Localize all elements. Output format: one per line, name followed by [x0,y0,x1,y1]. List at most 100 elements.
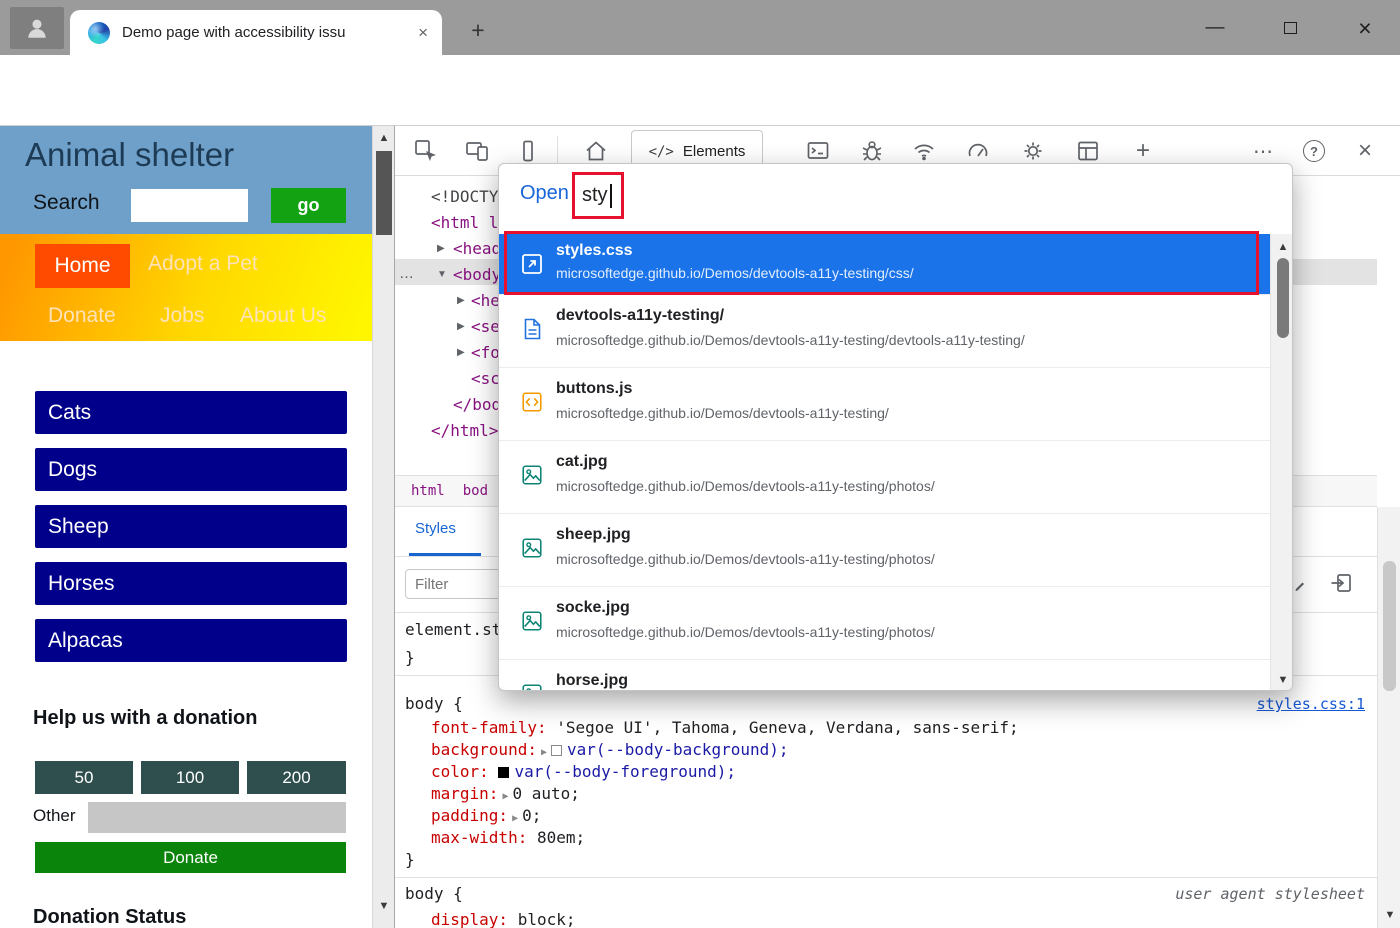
collapse-arrow-icon[interactable]: ▶ [457,314,465,340]
close-devtools-icon[interactable]: × [1352,138,1378,164]
tab-styles[interactable]: Styles [415,520,456,537]
console-icon[interactable] [805,138,831,164]
toolbar-divider [557,136,558,166]
gear-icon[interactable] [1020,138,1046,164]
dialog-scrollbar[interactable]: ▲ ▼ [1270,234,1293,691]
inspect-icon[interactable] [413,138,439,164]
collapse-arrow-icon[interactable]: ▶ [457,340,465,366]
sheep-button[interactable]: Sheep [35,505,347,548]
dom-node-html-close[interactable]: </html> [431,418,498,444]
focus-mode-icon[interactable] [515,138,541,164]
styles-scrollbar[interactable]: ▼ [1377,507,1400,928]
file-result-sheep-jpg[interactable]: sheep.jpg microsoftedge.github.io/Demos/… [499,513,1270,586]
scroll-down-icon[interactable]: ▼ [1378,905,1400,925]
css-property-max-width[interactable]: max-width: 80em; [431,827,585,849]
cats-button[interactable]: Cats [35,391,347,434]
scroll-down-icon[interactable]: ▼ [1271,670,1293,690]
amount-50-button[interactable]: 50 [35,761,133,794]
edge-logo-icon [88,22,110,44]
dogs-button[interactable]: Dogs [35,448,347,491]
scroll-up-icon[interactable]: ▲ [373,128,395,148]
page-scrollbar[interactable]: ▲ ▼ [372,125,394,928]
scroll-down-icon[interactable]: ▼ [373,896,395,916]
color-swatch[interactable] [498,767,509,778]
file-search-input[interactable]: sty [572,172,624,219]
dom-node-head[interactable]: <head [453,236,501,262]
breadcrumb-body[interactable]: bod [463,483,488,499]
css-selector-body[interactable]: body { [405,693,463,715]
tab-close-icon[interactable]: × [418,23,428,43]
debugger-bug-icon[interactable] [859,138,885,164]
node-menu-icon[interactable]: … [399,263,415,285]
page-header: Animal shelter Search go [0,126,372,234]
close-window-button[interactable]: × [1340,10,1390,46]
alpacas-button[interactable]: Alpacas [35,619,347,662]
donate-button[interactable]: Donate [35,842,346,873]
nav-link-donate[interactable]: Donate [48,304,116,328]
color-swatch[interactable] [551,745,562,756]
dom-node-html[interactable]: <html la [431,210,508,236]
more-options-icon[interactable]: ⋯ [1250,138,1276,164]
browser-tab[interactable]: Demo page with accessibility issu × [70,10,442,55]
device-emulation-icon[interactable] [464,138,490,164]
help-icon[interactable]: ? [1301,138,1327,164]
page-title: Animal shelter [25,136,234,174]
script-icon [520,390,544,414]
expand-arrow-icon[interactable]: ▼ [437,262,447,288]
styles-scrollbar-thumb[interactable] [1383,561,1396,691]
search-input[interactable] [131,189,248,222]
image-icon [520,609,544,633]
collapse-arrow-icon[interactable]: ▶ [457,288,465,314]
dom-node-body[interactable]: <body [453,262,501,288]
image-icon [520,682,544,691]
expand-value-icon[interactable]: ▶ [512,813,518,824]
profile-avatar[interactable] [10,7,64,49]
rule-divider [395,877,1377,878]
nav-link-about[interactable]: About Us [240,304,326,328]
layout-icon[interactable] [1075,138,1101,164]
image-icon [520,536,544,560]
minimize-button[interactable]: — [1190,10,1240,46]
css-property-color[interactable]: color: var(--body-foreground); [431,761,736,783]
dom-node-doctype[interactable]: <!DOCTY [431,184,498,210]
new-tab-button[interactable]: + [463,15,493,45]
tab-title: Demo page with accessibility issu [122,24,380,41]
expand-value-icon[interactable]: ▶ [502,791,508,802]
nav-link-home[interactable]: Home [35,244,130,288]
stylesheet-source-link[interactable]: styles.css:1 [1257,695,1365,713]
amount-200-button[interactable]: 200 [247,761,346,794]
css-property-display[interactable]: display: block; [431,909,576,928]
css-property-font-family[interactable]: font-family: 'Segoe UI', Tahoma, Geneva,… [431,717,1019,739]
nav-link-adopt[interactable]: Adopt a Pet [148,252,258,276]
open-label: Open [520,182,569,205]
file-result-styles-css[interactable]: styles.css microsoftedge.github.io/Demos… [499,234,1270,294]
nav-link-jobs[interactable]: Jobs [160,304,204,328]
page-scrollbar-thumb[interactable] [376,151,392,235]
other-amount-input[interactable] [88,802,346,833]
open-in-sources-icon[interactable] [1329,571,1353,595]
elements-tab-label: Elements [683,143,746,160]
web-page: Animal shelter Search go Home Adopt a Pe… [0,125,372,928]
breadcrumb-html[interactable]: html [411,483,445,499]
horses-button[interactable]: Horses [35,562,347,605]
dialog-scrollbar-thumb[interactable] [1277,258,1289,338]
stylesheet-icon [520,252,544,276]
file-result-socke-jpg[interactable]: socke.jpg microsoftedge.github.io/Demos/… [499,586,1270,659]
file-result-buttons-js[interactable]: buttons.js microsoftedge.github.io/Demos… [499,367,1270,440]
go-button[interactable]: go [271,188,346,223]
expand-value-icon[interactable]: ▶ [541,747,547,758]
collapse-arrow-icon[interactable]: ▶ [437,236,445,262]
amount-100-button[interactable]: 100 [141,761,239,794]
scroll-up-icon[interactable]: ▲ [1271,237,1293,257]
home-icon[interactable] [583,138,609,164]
performance-icon[interactable] [965,138,991,164]
maximize-button[interactable] [1265,10,1315,46]
file-result-folder[interactable]: devtools-a11y-testing/ microsoftedge.git… [499,294,1270,367]
network-wifi-icon[interactable] [911,138,937,164]
file-result-cat-jpg[interactable]: cat.jpg microsoftedge.github.io/Demos/de… [499,440,1270,513]
image-icon [520,463,544,487]
donation-status-heading: Donation Status [33,906,186,928]
ua-selector-body[interactable]: body { [405,883,463,905]
file-result-horse-jpg[interactable]: horse.jpg [499,659,1270,691]
more-tabs-add-icon[interactable]: + [1130,138,1156,164]
